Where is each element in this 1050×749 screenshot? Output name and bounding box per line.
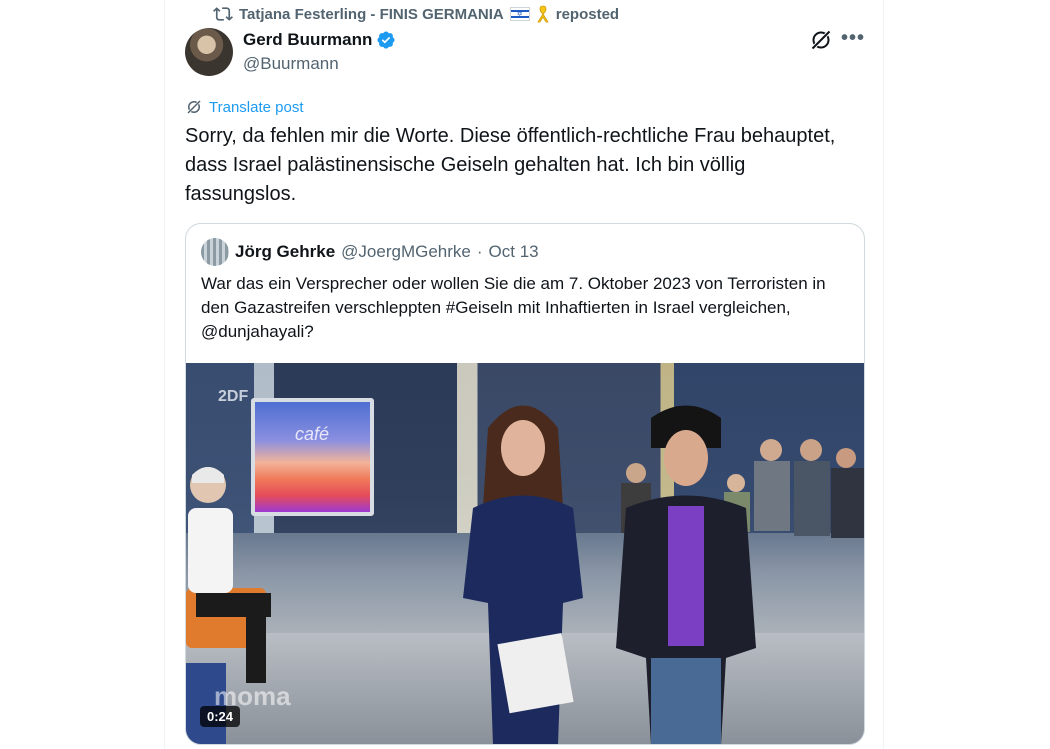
quoted-post-date[interactable]: Oct 13 [489, 242, 539, 262]
verified-badge-icon[interactable] [376, 30, 396, 50]
author-avatar[interactable] [185, 28, 233, 76]
translate-post-link[interactable]: Translate post [185, 98, 304, 116]
presenter-right [616, 405, 756, 744]
presenter-left [463, 405, 583, 744]
screen-text: café [295, 424, 330, 444]
author-handle[interactable]: @Buurmann [243, 54, 396, 74]
quoted-author-name[interactable]: Jörg Gehrke [235, 242, 335, 262]
flag-israel-icon: ✡ [509, 7, 530, 21]
translate-label[interactable]: Translate post [209, 99, 304, 116]
repost-label: reposted [555, 5, 620, 23]
more-icon[interactable]: ••• [841, 28, 865, 52]
video-player[interactable]: 2DF café moma 0:24 [186, 363, 864, 744]
quoted-post-text: War das ein Versprecher oder wollen Sie … [201, 274, 826, 341]
quoted-author-avatar[interactable] [201, 238, 229, 266]
quoted-author-handle[interactable]: @JoergMGehrke [341, 242, 471, 262]
quoted-post-header: Jörg Gehrke @JoergMGehrke · Oct 13 [201, 238, 539, 266]
translate-icon [187, 100, 201, 114]
repost-user-name[interactable]: Tatjana Festerling - FINIS GERMANIA [239, 6, 504, 23]
quoted-post[interactable]: Jörg Gehrke @JoergMGehrke · Oct 13 War d… [185, 223, 865, 745]
post-author[interactable]: Gerd Buurmann @Buurmann [243, 30, 396, 74]
yellow-ribbon-icon [537, 5, 549, 23]
channel-logo: 2DF [218, 388, 249, 405]
author-name[interactable]: Gerd Buurmann [243, 30, 372, 50]
grok-icon[interactable] [809, 28, 833, 52]
repost-icon [213, 7, 233, 21]
video-duration: 0:24 [200, 706, 241, 727]
timeline-column: Tatjana Festerling - FINIS GERMANIA ✡ re… [164, 0, 884, 749]
repost-context[interactable]: Tatjana Festerling - FINIS GERMANIA ✡ re… [213, 4, 619, 24]
post-text: Sorry, da fehlen mir die Worte. Diese öf… [185, 125, 836, 205]
meta-separator: · [476, 242, 483, 261]
